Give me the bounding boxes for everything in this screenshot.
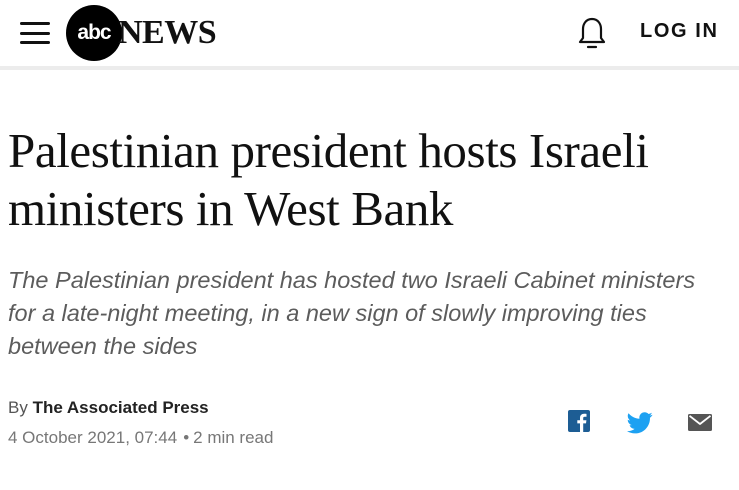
read-time: 2 min read xyxy=(193,428,274,447)
login-button[interactable]: LOG IN xyxy=(640,20,719,43)
separator-bullet: • xyxy=(183,428,190,447)
logo-wordmark: NEWS xyxy=(118,14,217,51)
byline-prefix: By xyxy=(8,398,28,417)
author-link[interactable]: The Associated Press xyxy=(33,398,209,417)
facebook-icon[interactable] xyxy=(568,410,590,432)
twitter-icon[interactable] xyxy=(627,412,653,434)
top-navigation-bar: abc NEWS LOG IN xyxy=(0,0,739,70)
publish-date: 4 October 2021, 07:44 xyxy=(8,428,178,447)
article-summary: The Palestinian president has hosted two… xyxy=(8,267,696,359)
logo-mark: abc xyxy=(66,5,122,61)
dateline: 4 October 2021, 07:44 • 2 min read xyxy=(8,428,273,448)
email-icon[interactable] xyxy=(688,414,712,431)
abc-news-logo[interactable]: abc NEWS xyxy=(66,5,217,61)
article-headline: Palestinian president hosts Israeli mini… xyxy=(8,123,649,236)
byline: By The Associated Press xyxy=(8,398,209,418)
bell-icon[interactable] xyxy=(576,16,608,50)
hamburger-menu-icon[interactable] xyxy=(20,22,50,46)
